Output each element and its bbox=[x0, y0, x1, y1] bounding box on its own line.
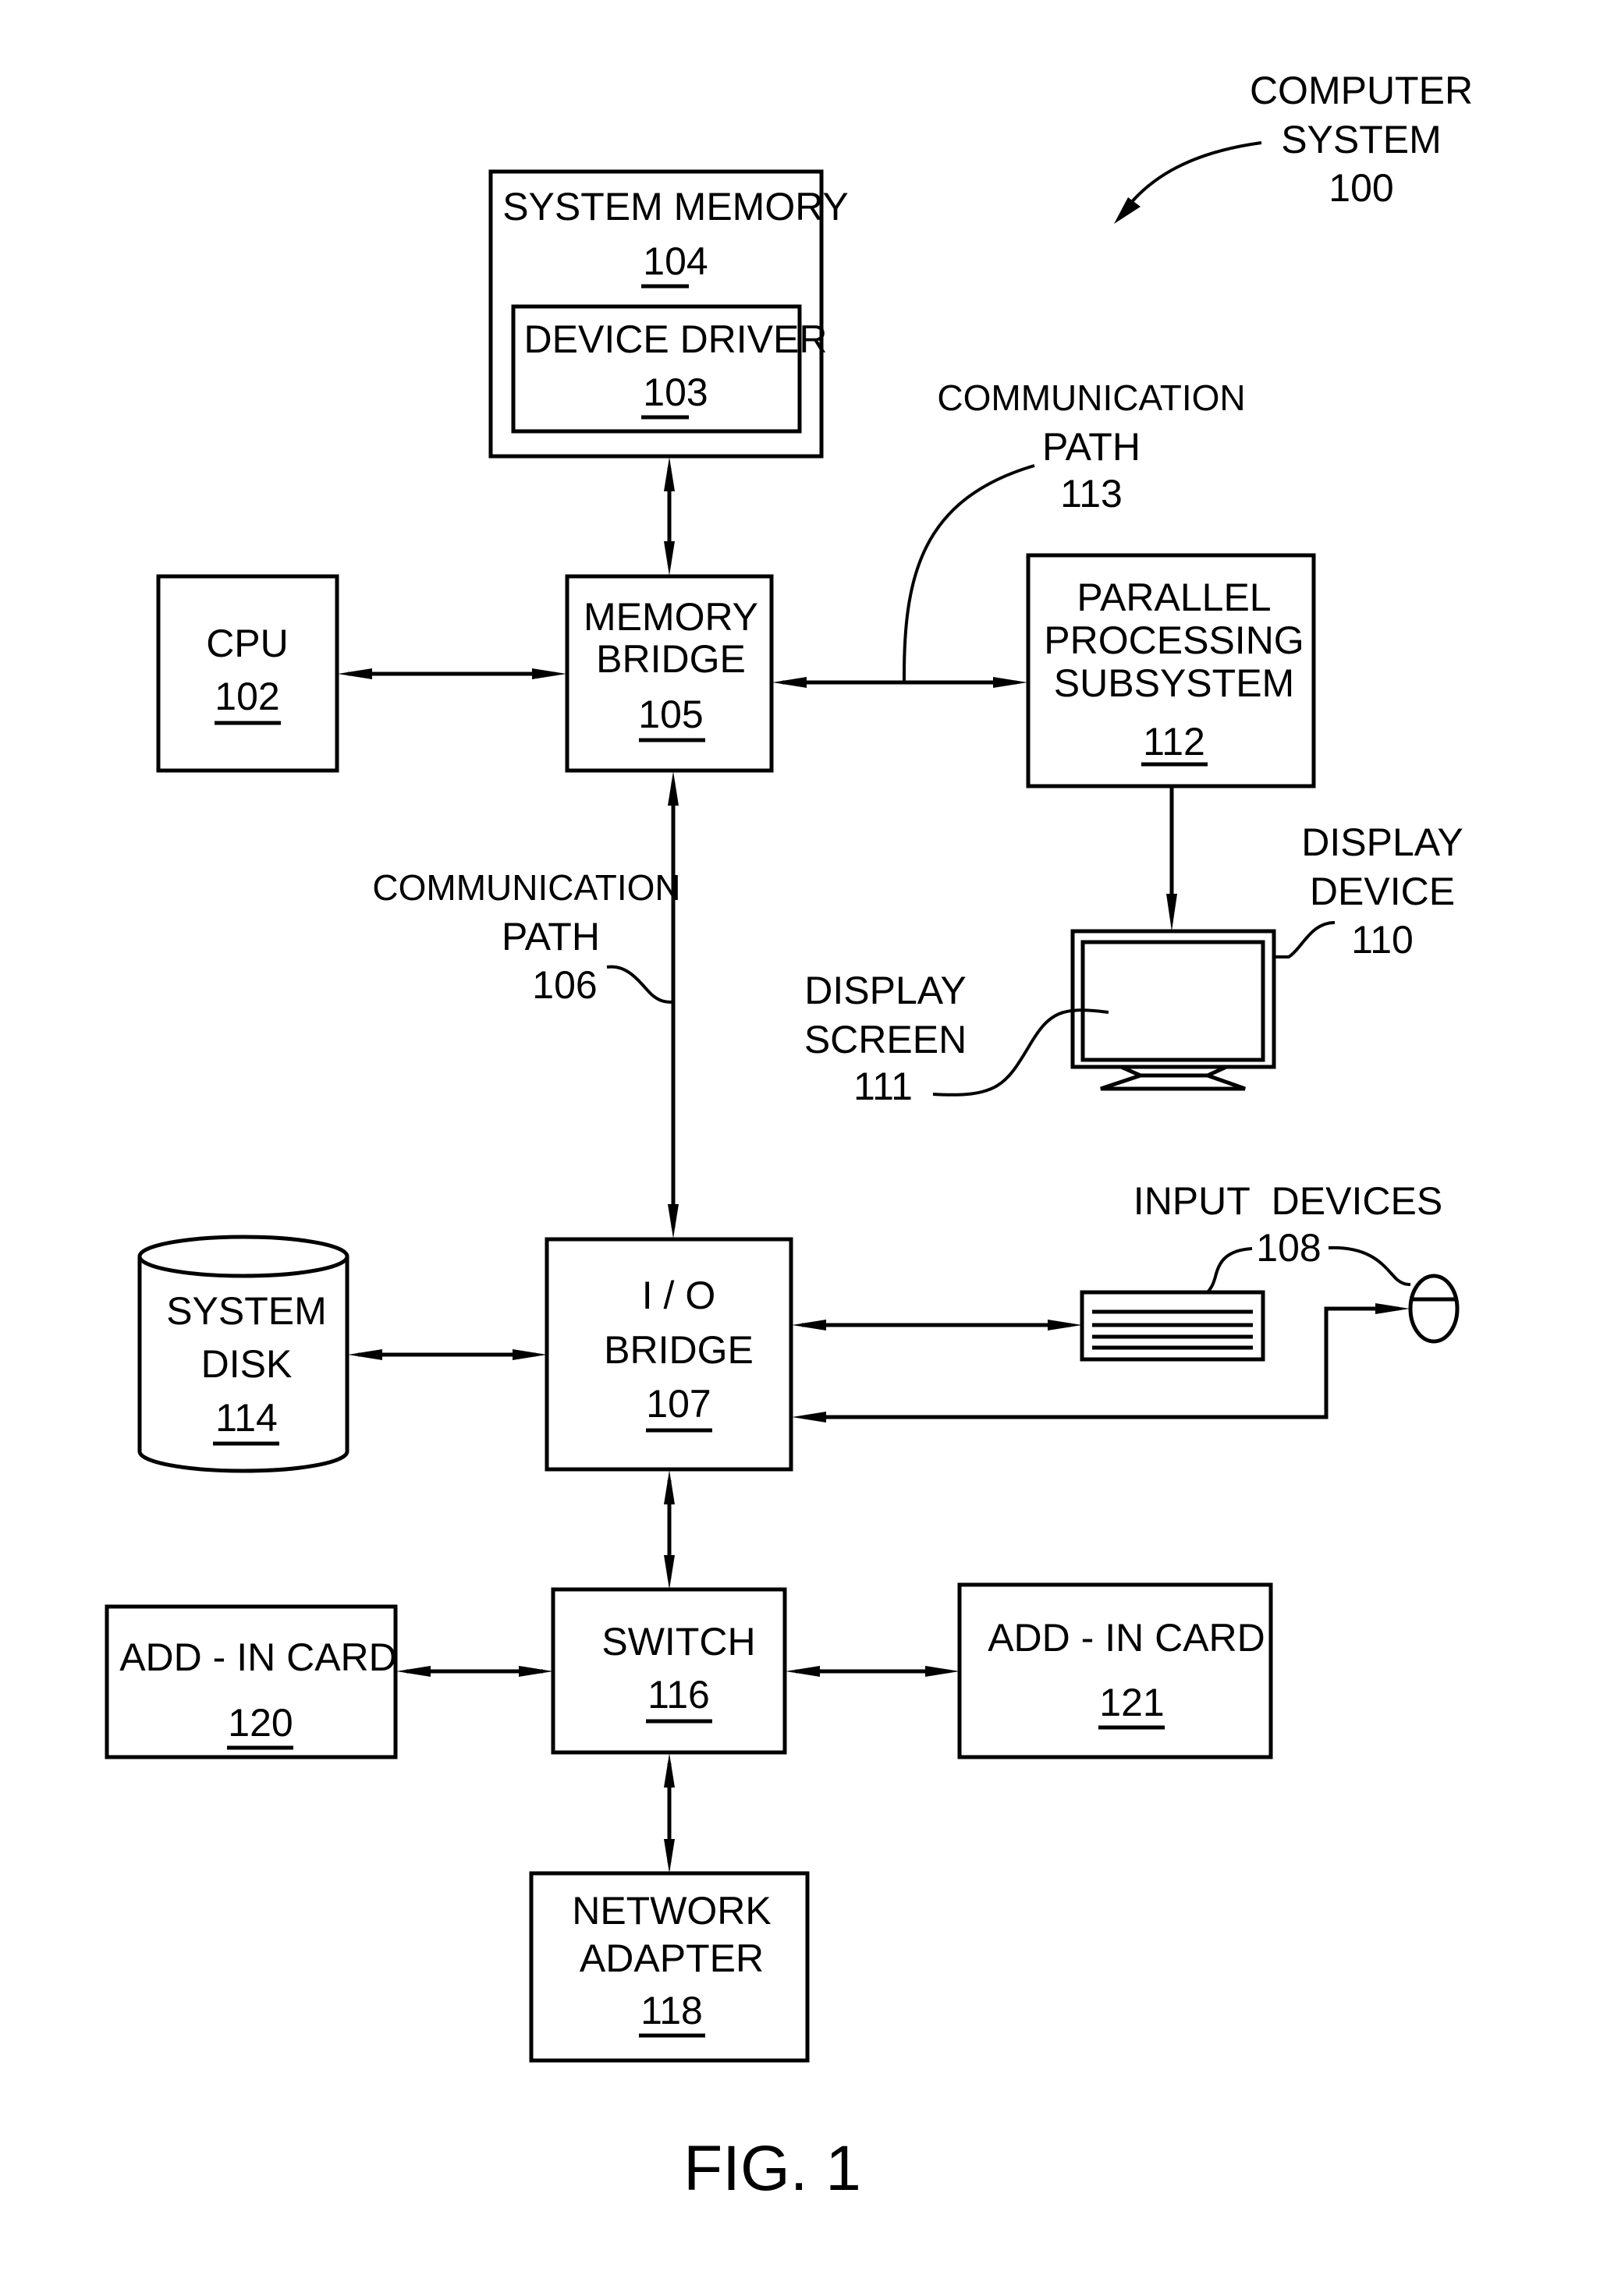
block-diagram: COMPUTER SYSTEM 100 SYSTEM MEMORY 104 DE… bbox=[105, 69, 1473, 2204]
display-screen-label-1: DISPLAY bbox=[804, 969, 967, 1012]
keyboard-icon bbox=[1080, 1290, 1265, 1362]
cylinder-disk-icon[interactable]: SYSTEM DISK 114 bbox=[137, 1235, 349, 1473]
communication-path-106: COMMUNICATION PATH 106 bbox=[372, 771, 681, 1238]
switch-ref: 116 bbox=[647, 1673, 710, 1717]
parallel-processing-subsystem-block[interactable]: PARALLEL PROCESSING SUBSYSTEM 112 bbox=[1026, 553, 1316, 788]
display-screen-callout: DISPLAY SCREEN 111 bbox=[804, 969, 1109, 1108]
display-device-callout: DISPLAY DEVICE 110 bbox=[1274, 820, 1463, 962]
cpu-label: CPU bbox=[206, 622, 289, 665]
input-devices-leader-mouse bbox=[1328, 1245, 1411, 1286]
figure-caption: FIG. 1 bbox=[683, 2133, 861, 2204]
switch-block[interactable]: SWITCH 116 bbox=[551, 1587, 787, 1755]
add-in-card-121-block[interactable]: ADD - IN CARD 121 bbox=[957, 1582, 1273, 1759]
pps-ref: 112 bbox=[1143, 720, 1205, 764]
system-pointer-arrowhead bbox=[1114, 197, 1141, 224]
memory-bridge-block[interactable]: MEMORY BRIDGE 105 bbox=[565, 574, 774, 773]
add-in-card-121-label: ADD - IN CARD bbox=[988, 1616, 1265, 1660]
display-device-label-1: DISPLAY bbox=[1301, 820, 1463, 864]
comm-path-113-label-3: 113 bbox=[1060, 472, 1123, 516]
comm-path-113-label-1: COMMUNICATION bbox=[937, 377, 1245, 418]
comm-path-106-leader bbox=[606, 965, 673, 1004]
switch-bus-arrow bbox=[664, 1470, 675, 1589]
display-device-leader bbox=[1274, 921, 1336, 958]
input-devices-label: INPUT DEVICES bbox=[1133, 1179, 1442, 1223]
mouse-link-arrow bbox=[792, 1303, 1410, 1423]
memory-bridge-label-2: BRIDGE bbox=[596, 637, 746, 681]
input-devices-leader-keyboard bbox=[1206, 1247, 1253, 1294]
input-devices-callout: INPUT DEVICES 108 bbox=[1133, 1179, 1442, 1294]
memory-bus-arrow bbox=[664, 457, 675, 576]
monitor-icon bbox=[1070, 929, 1276, 1091]
system-disk-label-1: SYSTEM bbox=[166, 1289, 327, 1333]
pps-label-1: PARALLEL bbox=[1077, 576, 1271, 619]
system-memory-ref: 104 bbox=[643, 239, 708, 283]
io-bridge-label-1: I / O bbox=[642, 1274, 715, 1317]
switch-label: SWITCH bbox=[601, 1620, 755, 1664]
display-link-arrow bbox=[1166, 786, 1177, 931]
network-adapter-label-2: ADAPTER bbox=[580, 1936, 764, 1980]
pps-label-2: PROCESSING bbox=[1044, 618, 1304, 662]
system-memory-label: SYSTEM MEMORY bbox=[502, 185, 849, 229]
device-driver-ref: 103 bbox=[643, 370, 708, 414]
display-screen-label-3: 111 bbox=[853, 1065, 913, 1108]
comm-path-113-label-2: PATH bbox=[1042, 425, 1141, 469]
comm-path-106-label-3: 106 bbox=[532, 963, 597, 1007]
network-adapter-ref: 118 bbox=[640, 1989, 703, 2032]
keyboard-link-arrow bbox=[792, 1320, 1082, 1330]
display-device-label-2: DEVICE bbox=[1310, 870, 1455, 913]
disk-bus-arrow bbox=[348, 1349, 547, 1360]
system-label-line-2: SYSTEM bbox=[1281, 118, 1442, 161]
io-bridge-block[interactable]: I / O BRIDGE 107 bbox=[545, 1237, 793, 1472]
comm-path-106-label-2: PATH bbox=[502, 915, 600, 958]
cpu-block[interactable]: CPU 102 bbox=[156, 574, 339, 773]
system-pointer-arrow bbox=[1122, 141, 1262, 214]
network-adapter-label-1: NETWORK bbox=[572, 1889, 772, 1933]
pps-label-3: SUBSYSTEM bbox=[1054, 661, 1294, 705]
system-disk-label-2: DISK bbox=[201, 1342, 293, 1386]
device-driver-block[interactable]: DEVICE DRIVER 103 bbox=[511, 304, 828, 434]
cpu-ref: 102 bbox=[215, 675, 279, 718]
system-disk-ref: 114 bbox=[215, 1396, 278, 1440]
comm-path-113-leader bbox=[902, 464, 1035, 683]
input-devices-ref: 108 bbox=[1256, 1226, 1321, 1270]
memory-bridge-label-1: MEMORY bbox=[584, 595, 758, 639]
display-screen-label-2: SCREEN bbox=[804, 1018, 967, 1061]
add-in-card-121-ref: 121 bbox=[1099, 1681, 1164, 1724]
add-in-121-bus-arrow bbox=[786, 1666, 960, 1677]
memory-bridge-ref: 105 bbox=[638, 693, 703, 736]
display-device-label-3: 110 bbox=[1351, 918, 1414, 962]
add-in-card-120-label: ADD - IN CARD bbox=[119, 1635, 397, 1679]
computer-system-label: COMPUTER SYSTEM 100 bbox=[1114, 69, 1473, 224]
network-adapter-block[interactable]: NETWORK ADAPTER 118 bbox=[529, 1871, 810, 2063]
mouse-icon bbox=[1408, 1274, 1460, 1344]
comm-path-106-label-1: COMMUNICATION bbox=[372, 867, 680, 908]
io-bridge-label-2: BRIDGE bbox=[604, 1328, 754, 1372]
device-driver-label: DEVICE DRIVER bbox=[524, 317, 828, 361]
add-in-120-bus-arrow bbox=[396, 1666, 553, 1677]
system-label-line-3: 100 bbox=[1329, 166, 1393, 210]
io-bridge-ref: 107 bbox=[646, 1382, 711, 1426]
add-in-card-120-ref: 120 bbox=[228, 1701, 293, 1745]
network-bus-arrow bbox=[664, 1753, 675, 1873]
system-label-line-1: COMPUTER bbox=[1250, 69, 1473, 112]
add-in-card-120-block[interactable]: ADD - IN CARD 120 bbox=[105, 1604, 398, 1759]
cpu-bus-arrow bbox=[338, 668, 566, 679]
